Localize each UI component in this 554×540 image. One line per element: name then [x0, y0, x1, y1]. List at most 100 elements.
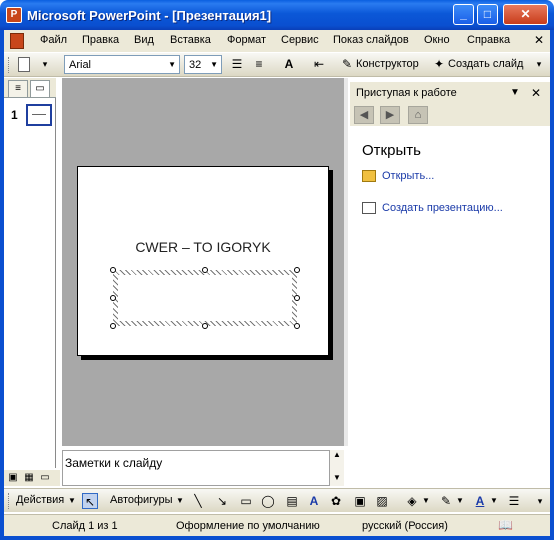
increase-font-icon[interactable]: A — [280, 56, 298, 73]
slides-panel: ≡ ▭ 1 — [4, 78, 56, 468]
status-bar: Слайд 1 из 1 Оформление по умолчанию рус… — [4, 514, 550, 536]
numbered-list-icon[interactable]: ☰ — [228, 56, 246, 73]
designer-icon[interactable]: ✎ — [338, 56, 356, 73]
toolbar-grip[interactable] — [8, 57, 11, 73]
menu-insert[interactable]: Вставка — [170, 34, 211, 46]
resize-handle[interactable] — [294, 295, 300, 301]
chevron-down-icon[interactable]: ▼ — [176, 496, 184, 505]
resize-handle[interactable] — [202, 267, 208, 273]
new-document-icon[interactable] — [18, 57, 30, 72]
line-style-icon[interactable]: ☰ — [506, 493, 522, 509]
normal-view-icon[interactable]: ▣ — [6, 471, 20, 485]
menu-view[interactable]: Вид — [134, 34, 154, 46]
document-close-button[interactable]: ✕ — [534, 33, 544, 47]
chevron-down-icon[interactable]: ▼ — [68, 496, 76, 505]
font-select[interactable]: Arial ▼ — [64, 55, 180, 74]
resize-handle[interactable] — [110, 295, 116, 301]
slides-tab-icon[interactable]: ▭ — [30, 80, 50, 97]
select-pointer-icon[interactable]: ↖ — [82, 493, 98, 509]
outline-tab-icon[interactable]: ≡ — [8, 80, 28, 97]
new-slide-button[interactable]: Создать слайд — [448, 58, 523, 70]
window-title: Microsoft PowerPoint - [Презентация1] — [27, 8, 272, 23]
toolbar-options-icon[interactable]: ▾ — [532, 493, 548, 509]
menu-format[interactable]: Формат — [227, 34, 266, 46]
textbox-icon[interactable]: ▤ — [284, 493, 300, 509]
resize-handle[interactable] — [110, 323, 116, 329]
decrease-indent-icon[interactable]: ⇤ — [310, 56, 328, 73]
notes-scrollbar[interactable]: ▲ ▼ — [330, 450, 344, 486]
new-page-icon — [362, 202, 376, 215]
resize-handle[interactable] — [110, 267, 116, 273]
slide-number: 1 — [11, 108, 18, 122]
minimize-button[interactable]: _ — [453, 4, 474, 25]
bulleted-list-icon[interactable]: ≡ — [250, 56, 268, 73]
line-color-icon[interactable]: ✎ — [438, 493, 454, 509]
wordart-icon[interactable]: A — [306, 493, 322, 509]
chevron-down-icon[interactable]: ▼ — [456, 496, 464, 505]
chevron-down-icon[interactable]: ▼ — [510, 87, 520, 98]
font-color-icon[interactable]: A — [472, 493, 488, 509]
maximize-button[interactable]: □ — [477, 4, 498, 25]
forward-icon[interactable]: ▶ — [380, 106, 400, 124]
toolbar-grip[interactable] — [8, 493, 11, 509]
chevron-down-icon[interactable]: ▼ — [490, 496, 498, 505]
autoshapes-menu[interactable]: Автофигуры — [110, 494, 173, 506]
open-link[interactable]: Открыть... — [362, 170, 434, 183]
create-link-label[interactable]: Создать презентацию... — [382, 202, 503, 214]
task-pane-title[interactable]: Приступая к работе — [356, 87, 457, 99]
task-pane: Приступая к работе ▼ ✕ ◀ ▶ ⌂ Открыть Отк… — [350, 82, 550, 486]
rectangle-icon[interactable]: ▭ — [238, 493, 254, 509]
slide-editing-area[interactable]: CWER – TO IGORYK — [62, 78, 344, 446]
status-design[interactable]: Оформление по умолчанию — [176, 520, 320, 532]
menu-window[interactable]: Окно — [424, 34, 450, 46]
clipart-icon[interactable]: ▣ — [352, 493, 368, 509]
menu-file[interactable]: Файл — [40, 34, 67, 46]
spelling-check-icon[interactable]: 📖 — [498, 518, 513, 532]
toolbar-options-icon[interactable]: ▾ — [530, 56, 548, 73]
toolbar-options-icon[interactable]: ▾ — [36, 56, 54, 73]
chevron-down-icon[interactable]: ▼ — [422, 496, 430, 505]
menu-edit[interactable]: Правка — [82, 34, 119, 46]
home-icon[interactable]: ⌂ — [408, 106, 428, 124]
menu-tools[interactable]: Сервис — [281, 34, 319, 46]
scroll-down-icon[interactable]: ▼ — [330, 473, 344, 482]
menu-help[interactable]: Справка — [467, 34, 510, 46]
resize-handle[interactable] — [202, 323, 208, 329]
font-size-select[interactable]: 32 ▼ — [184, 55, 222, 74]
chevron-down-icon[interactable]: ▼ — [168, 60, 176, 69]
formatting-toolbar: ▾ Arial ▼ 32 ▼ ☰ ≡ A ⇤ ✎ Конструктор ✦ С… — [4, 53, 550, 77]
diagram-icon[interactable]: ✿ — [328, 493, 344, 509]
slide-title-text[interactable]: CWER – TO IGORYK — [78, 239, 328, 255]
actions-menu[interactable]: Действия — [16, 494, 64, 506]
subtitle-placeholder[interactable] — [113, 270, 297, 326]
resize-handle[interactable] — [294, 267, 300, 273]
back-icon[interactable]: ◀ — [354, 106, 374, 124]
status-language[interactable]: русский (Россия) — [362, 520, 448, 532]
close-icon[interactable]: ✕ — [531, 86, 541, 100]
line-icon[interactable]: ╲ — [190, 493, 206, 509]
new-slide-icon[interactable]: ✦ — [430, 56, 448, 73]
placeholder-inner[interactable] — [118, 275, 292, 321]
fill-color-icon[interactable]: ◈ — [404, 493, 420, 509]
slide-scrollbar[interactable] — [344, 78, 348, 446]
picture-icon[interactable]: ▨ — [374, 493, 390, 509]
scroll-up-icon[interactable]: ▲ — [330, 450, 344, 459]
close-button[interactable]: ✕ — [503, 4, 548, 25]
create-presentation-link[interactable]: Создать презентацию... — [362, 202, 503, 215]
sorter-view-icon[interactable]: ▦ — [22, 471, 36, 485]
oval-icon[interactable]: ◯ — [260, 493, 276, 509]
open-link-label[interactable]: Открыть... — [382, 170, 434, 182]
designer-button[interactable]: Конструктор — [356, 58, 419, 70]
notes-pane[interactable]: Заметки к слайду — [62, 450, 330, 486]
document-icon[interactable] — [10, 33, 24, 49]
arrow-icon[interactable]: ↘ — [214, 493, 230, 509]
slide-canvas[interactable]: CWER – TO IGORYK — [77, 166, 329, 356]
slide-thumbnail[interactable] — [26, 104, 52, 126]
resize-handle[interactable] — [294, 323, 300, 329]
notes-placeholder: Заметки к слайду — [65, 456, 163, 470]
chevron-down-icon[interactable]: ▼ — [210, 60, 218, 69]
powerpoint-app-icon[interactable]: P — [6, 7, 22, 23]
menu-slideshow[interactable]: Показ слайдов — [333, 34, 409, 46]
slideshow-view-icon[interactable]: ▭ — [38, 471, 52, 485]
title-bar[interactable]: P Microsoft PowerPoint - [Презентация1] … — [0, 0, 554, 30]
